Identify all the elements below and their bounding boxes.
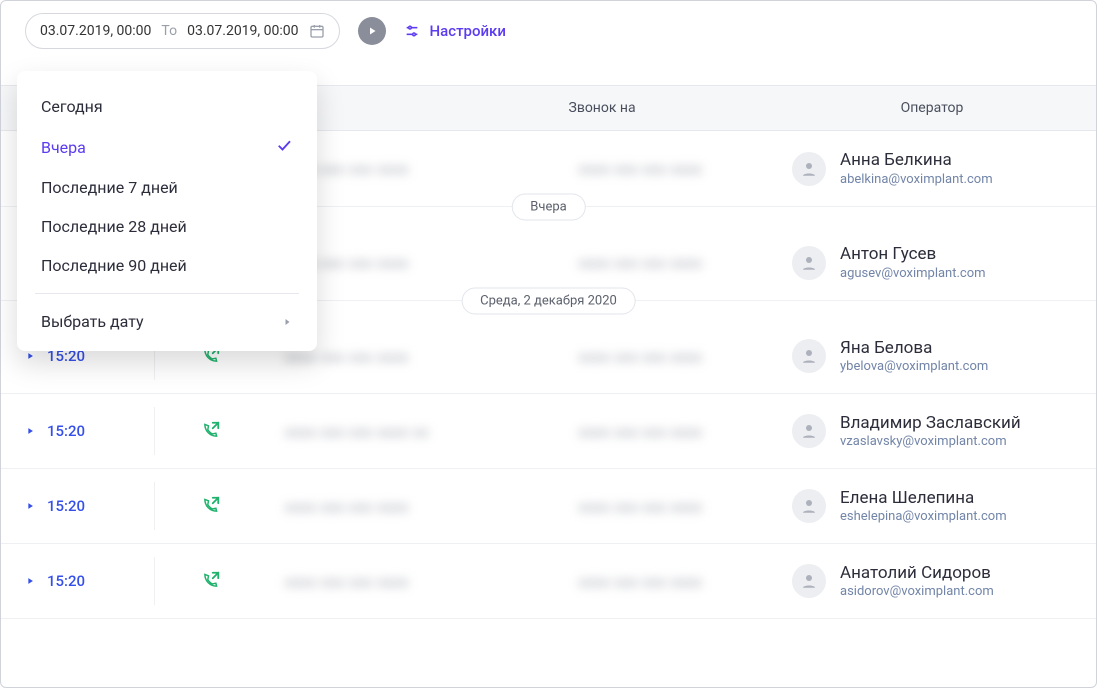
operator-email: asidorov@voximplant.com [840,584,994,599]
call-time: 15:20 [47,572,85,590]
preset-label: Последние 28 дней [41,217,187,236]
date-range-picker[interactable]: 03.07.2019, 00:00 To 03.07.2019, 00:00 [25,13,340,49]
column-call-to: Звонок на [529,100,793,116]
operator-cell: Анна Белкина abelkina@voximplant.com [792,150,1072,186]
play-icon [25,351,35,361]
date-from: 03.07.2019, 00:00 [40,23,151,39]
number-to-cell: xxxx xxx xxx xxxx [529,422,793,441]
operator-name: Владимир Заславский [840,413,1021,434]
play-button[interactable] [358,17,386,45]
number-from-cell: xxxx xxx xxx xxxx [265,497,529,516]
preset-custom-date[interactable]: Выбрать дату [17,302,317,341]
preset-label: Выбрать дату [41,312,144,331]
operator-email: agusev@voximplant.com [840,266,986,281]
direction-cell [155,570,265,592]
operator-cell: Антон Гусев agusev@voximplant.com [792,244,1072,280]
preset-label: Последние 90 дней [41,256,187,275]
time-cell[interactable]: 15:20 [25,407,155,455]
operator-name: Антон Гусев [840,244,986,265]
call-outbound-icon [199,495,221,517]
play-icon [25,426,35,436]
call-outbound-icon [199,570,221,592]
direction-cell [155,495,265,517]
avatar [792,152,826,186]
preset-yesterday[interactable]: Вчера [17,126,317,168]
number-to-cell: xxxx xxx xxx xxxx [529,497,793,516]
operator-cell: Елена Шелепина eshelepina@voximplant.com [792,488,1072,524]
settings-label: Настройки [430,22,506,40]
avatar [792,339,826,373]
avatar [792,489,826,523]
preset-last-90-days[interactable]: Последние 90 дней [17,246,317,285]
number-from-cell: xxxx xxx xxx xxxx xx [265,422,529,441]
operator-cell: Яна Белова ybelova@voximplant.com [792,338,1072,374]
column-operator: Оператор [792,100,1072,116]
table-row[interactable]: 15:20 xxxx xxx xxx xxxx xx xxxx xxx xxx … [1,394,1096,469]
direction-cell [155,420,265,442]
chevron-right-icon [281,316,293,328]
operator-name: Яна Белова [840,338,988,359]
group-badge: Вчера [511,194,585,221]
operator-name: Елена Шелепина [840,488,1007,509]
preset-label: Сегодня [41,97,103,116]
date-to: 03.07.2019, 00:00 [187,23,298,39]
table-row[interactable]: 15:20 xxxx xxx xxx xxxx xxxx xxx xxx xxx… [1,469,1096,544]
operator-email: ybelova@voximplant.com [840,359,988,374]
preset-last-28-days[interactable]: Последние 28 дней [17,207,317,246]
number-to-cell: xxxx xxx xxx xxxx [529,347,793,366]
number-to-cell: xxxx xxx xxx xxxx [529,159,793,178]
time-cell[interactable]: 15:20 [25,482,155,530]
operator-email: vzaslavsky@voximplant.com [840,434,1021,449]
date-separator: To [161,23,177,39]
time-cell[interactable]: 15:20 [25,557,155,605]
operator-email: abelkina@voximplant.com [840,172,993,187]
preset-last-7-days[interactable]: Последние 7 дней [17,168,317,207]
preset-today[interactable]: Сегодня [17,87,317,126]
avatar [792,246,826,280]
preset-label: Вчера [41,138,86,157]
call-time: 15:20 [47,422,85,440]
group-badge: Среда, 2 декабря 2020 [461,288,636,315]
operator-name: Анна Белкина [840,150,993,171]
number-from-cell: xxxx xxx xxx xxxx [265,572,529,591]
divider [35,293,299,294]
operator-email: eshelepina@voximplant.com [840,509,1007,524]
preset-label: Последние 7 дней [41,178,178,197]
number-to-cell: xxxx xxx xxx xxxx [529,253,793,272]
toolbar: 03.07.2019, 00:00 To 03.07.2019, 00:00 Н… [1,1,1096,57]
play-icon [25,576,35,586]
avatar [792,564,826,598]
call-time: 15:20 [47,497,85,515]
avatar [792,414,826,448]
play-icon [25,501,35,511]
operator-cell: Владимир Заславский vzaslavsky@voximplan… [792,413,1072,449]
calendar-icon [309,23,325,39]
operator-name: Анатолий Сидоров [840,563,994,584]
call-outbound-icon [199,420,221,442]
number-to-cell: xxxx xxx xxx xxxx [529,572,793,591]
operator-cell: Анатолий Сидоров asidorov@voximplant.com [792,563,1072,599]
check-icon [275,136,293,158]
settings-button[interactable]: Настройки [404,22,506,40]
table-row[interactable]: 15:20 xxxx xxx xxx xxxx xxxx xxx xxx xxx… [1,544,1096,619]
date-preset-dropdown: Сегодня Вчера Последние 7 дней Последние… [17,71,317,351]
